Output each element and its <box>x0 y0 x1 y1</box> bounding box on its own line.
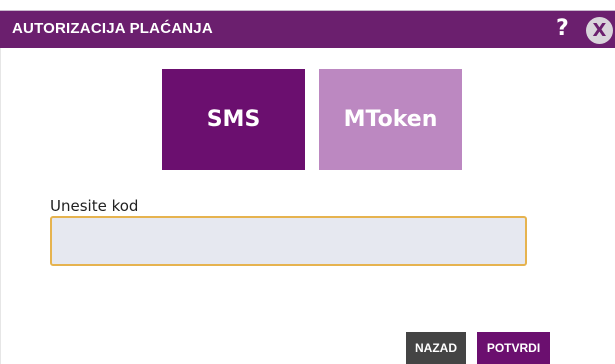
code-input[interactable] <box>50 216 527 266</box>
tab-sms[interactable]: SMS <box>162 69 305 170</box>
code-field-label: Unesite kod <box>50 197 139 215</box>
dialog-left-border <box>0 48 6 364</box>
back-button[interactable]: NAZAD <box>406 332 466 364</box>
confirm-button[interactable]: POTVRDI <box>477 332 550 364</box>
dialog-title: AUTORIZACIJA PLAĆANJA <box>12 20 213 37</box>
top-strip <box>0 0 615 10</box>
tab-mtoken[interactable]: MToken <box>319 69 462 170</box>
dialog-header: AUTORIZACIJA PLAĆANJA ? X <box>0 10 615 48</box>
help-icon[interactable]: ? <box>556 16 569 41</box>
close-icon[interactable]: X <box>586 17 613 44</box>
